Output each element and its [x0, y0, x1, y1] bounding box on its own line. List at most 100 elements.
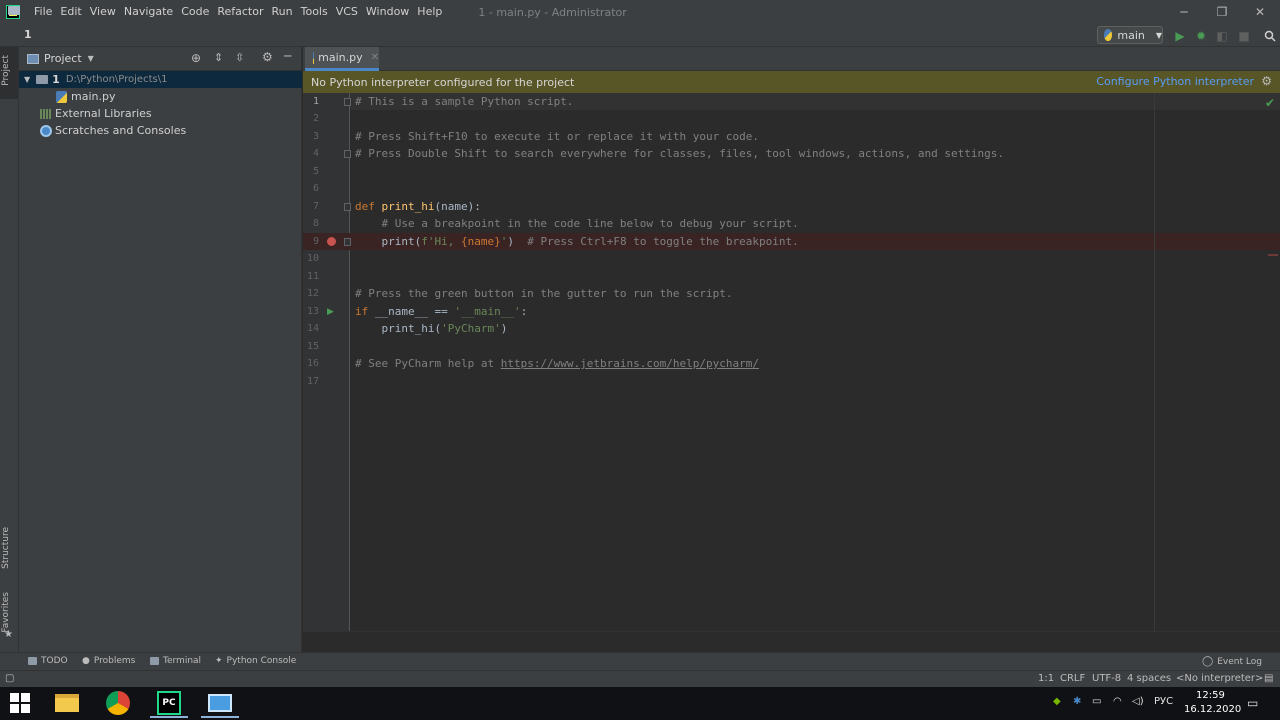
line-number: 10	[306, 253, 319, 264]
fold-marker-icon[interactable]	[344, 98, 351, 106]
collapse-all-icon[interactable]: ⇳	[235, 51, 244, 64]
bluetooth-icon[interactable]: ✱	[1073, 696, 1081, 707]
language-indicator[interactable]: РУС	[1154, 696, 1173, 707]
tab-label: main.py	[318, 51, 363, 64]
breakpoint-icon[interactable]	[327, 237, 336, 246]
project-panel-title[interactable]: Project	[44, 52, 82, 65]
maximize-button[interactable]: ❐	[1204, 0, 1240, 24]
menu-run[interactable]: Run	[268, 0, 297, 24]
code-string: 'PyCharm'	[441, 322, 501, 335]
close-window-button[interactable]: ✕	[1242, 0, 1278, 24]
status-interpreter[interactable]: <No interpreter>	[1176, 673, 1263, 684]
nvidia-icon[interactable]: ◆	[1053, 696, 1061, 707]
code-text: print_hi(	[355, 322, 442, 335]
debug-icon[interactable]: ✹	[1193, 28, 1209, 44]
stripe-project-label[interactable]: Project	[1, 55, 11, 86]
tree-item-label: main.py	[71, 90, 116, 103]
project-panel-header: Project ▼ ⊕ ⇕ ⇳ ⚙ ─	[19, 47, 302, 71]
line-number: 15	[306, 341, 319, 352]
code-keyword: if	[355, 305, 369, 318]
run-gutter-icon[interactable]: ▶	[327, 307, 334, 317]
breadcrumb-project[interactable]: 1	[24, 28, 32, 41]
coverage-icon[interactable]: ◧	[1214, 28, 1230, 44]
status-encoding[interactable]: UTF-8	[1092, 673, 1121, 684]
menu-vcs[interactable]: VCS	[332, 0, 362, 24]
lock-icon[interactable]: ▤	[1264, 673, 1273, 684]
windows-start-icon[interactable]	[10, 693, 30, 713]
chevron-down-icon[interactable]: ▼	[24, 75, 30, 84]
run-configuration-select[interactable]: main ▼	[1097, 26, 1163, 44]
close-icon[interactable]: ✕	[371, 52, 379, 63]
tree-item-root[interactable]: ▼ 1 D:\Python\Projects\1	[19, 71, 302, 88]
gear-icon[interactable]: ⚙	[262, 50, 273, 64]
title-bar: File Edit View Navigate Code Refactor Ru…	[0, 0, 1280, 24]
code-line: # This is a sample Python script.	[355, 95, 574, 108]
stripe-structure-label[interactable]: Structure	[1, 527, 11, 569]
tab-main-py[interactable]: main.py ✕	[305, 47, 379, 71]
fold-marker-icon[interactable]	[344, 203, 351, 211]
check-icon[interactable]: ✔	[1265, 96, 1275, 110]
status-position[interactable]: 1:1	[1038, 673, 1054, 684]
active-app-indicator	[201, 716, 239, 718]
fold-marker-icon[interactable]	[344, 238, 351, 246]
chevron-down-icon[interactable]: ▼	[88, 54, 94, 63]
hide-icon[interactable]: ─	[284, 49, 291, 63]
tool-python-console[interactable]: ✦ Python Console	[215, 656, 296, 666]
editor-horizontal-scrollbar[interactable]	[303, 631, 1280, 652]
code-line: # Use a breakpoint in the code line belo…	[355, 217, 799, 230]
code-text: print(	[355, 235, 422, 248]
control-panel-icon[interactable]	[206, 690, 234, 716]
search-icon[interactable]	[1262, 28, 1278, 44]
locate-icon[interactable]: ⊕	[191, 51, 201, 65]
tree-item-scratches[interactable]: Scratches and Consoles	[19, 122, 302, 139]
menu-help[interactable]: Help	[413, 0, 446, 24]
clock-time[interactable]: 12:59	[1196, 690, 1225, 701]
line-number: 8	[312, 218, 319, 229]
layout-icon[interactable]: ▢	[5, 673, 14, 684]
wifi-icon[interactable]: ◠	[1113, 696, 1122, 707]
error-stripe-marker[interactable]	[1268, 254, 1278, 256]
stop-icon[interactable]: ■	[1236, 28, 1252, 44]
status-line-separator[interactable]: CRLF	[1060, 673, 1085, 684]
python-icon	[1104, 29, 1113, 41]
chevron-down-icon: ▼	[1155, 30, 1162, 40]
pycharm-taskbar-icon[interactable]: PC	[155, 690, 183, 716]
file-explorer-icon[interactable]	[53, 690, 81, 716]
tree-item-external-libraries[interactable]: External Libraries	[19, 105, 302, 122]
star-icon[interactable]: ★	[4, 629, 13, 640]
volume-icon[interactable]: ◁)	[1132, 696, 1144, 707]
menu-window[interactable]: Window	[362, 0, 413, 24]
configure-interpreter-link[interactable]: Configure Python interpreter	[1096, 75, 1254, 88]
windows-taskbar	[0, 687, 1280, 720]
minimize-button[interactable]: ─	[1166, 0, 1202, 24]
menu-view[interactable]: View	[86, 0, 120, 24]
stripe-favorites-label[interactable]: Favorites	[1, 592, 11, 633]
tool-todo[interactable]: TODO	[28, 656, 68, 666]
gear-icon[interactable]: ⚙	[1261, 74, 1272, 88]
status-indent[interactable]: 4 spaces	[1127, 673, 1171, 684]
fold-marker-icon[interactable]	[344, 150, 351, 158]
pycharm-help-link[interactable]: https://www.jetbrains.com/help/pycharm/	[501, 357, 759, 370]
tool-event-log[interactable]: ◯ Event Log	[1202, 656, 1262, 667]
banner-text: No Python interpreter configured for the…	[311, 75, 575, 89]
clock-date[interactable]: 16.12.2020	[1184, 704, 1241, 715]
run-icon[interactable]: ▶	[1172, 28, 1188, 44]
tool-problems[interactable]: ● Problems	[82, 656, 135, 666]
menu-navigate[interactable]: Navigate	[120, 0, 177, 24]
expand-all-icon[interactable]: ⇕	[214, 51, 223, 64]
menu-refactor[interactable]: Refactor	[213, 0, 267, 24]
menu-code[interactable]: Code	[177, 0, 213, 24]
chrome-icon[interactable]	[104, 690, 132, 716]
tool-terminal[interactable]: Terminal	[150, 656, 201, 666]
line-number: 16	[306, 358, 319, 369]
notification-icon[interactable]: ▭	[1247, 696, 1258, 710]
menu-tools[interactable]: Tools	[297, 0, 332, 24]
line-number: 3	[312, 131, 319, 142]
left-tool-stripe: Project Structure Favorites ★	[0, 47, 19, 652]
battery-icon[interactable]: ▭	[1092, 696, 1101, 707]
menu-edit[interactable]: Edit	[56, 0, 85, 24]
terminal-icon	[150, 657, 159, 665]
active-app-indicator	[150, 716, 188, 718]
tree-item-main-py[interactable]: main.py	[19, 88, 302, 105]
menu-file[interactable]: File	[30, 0, 56, 24]
